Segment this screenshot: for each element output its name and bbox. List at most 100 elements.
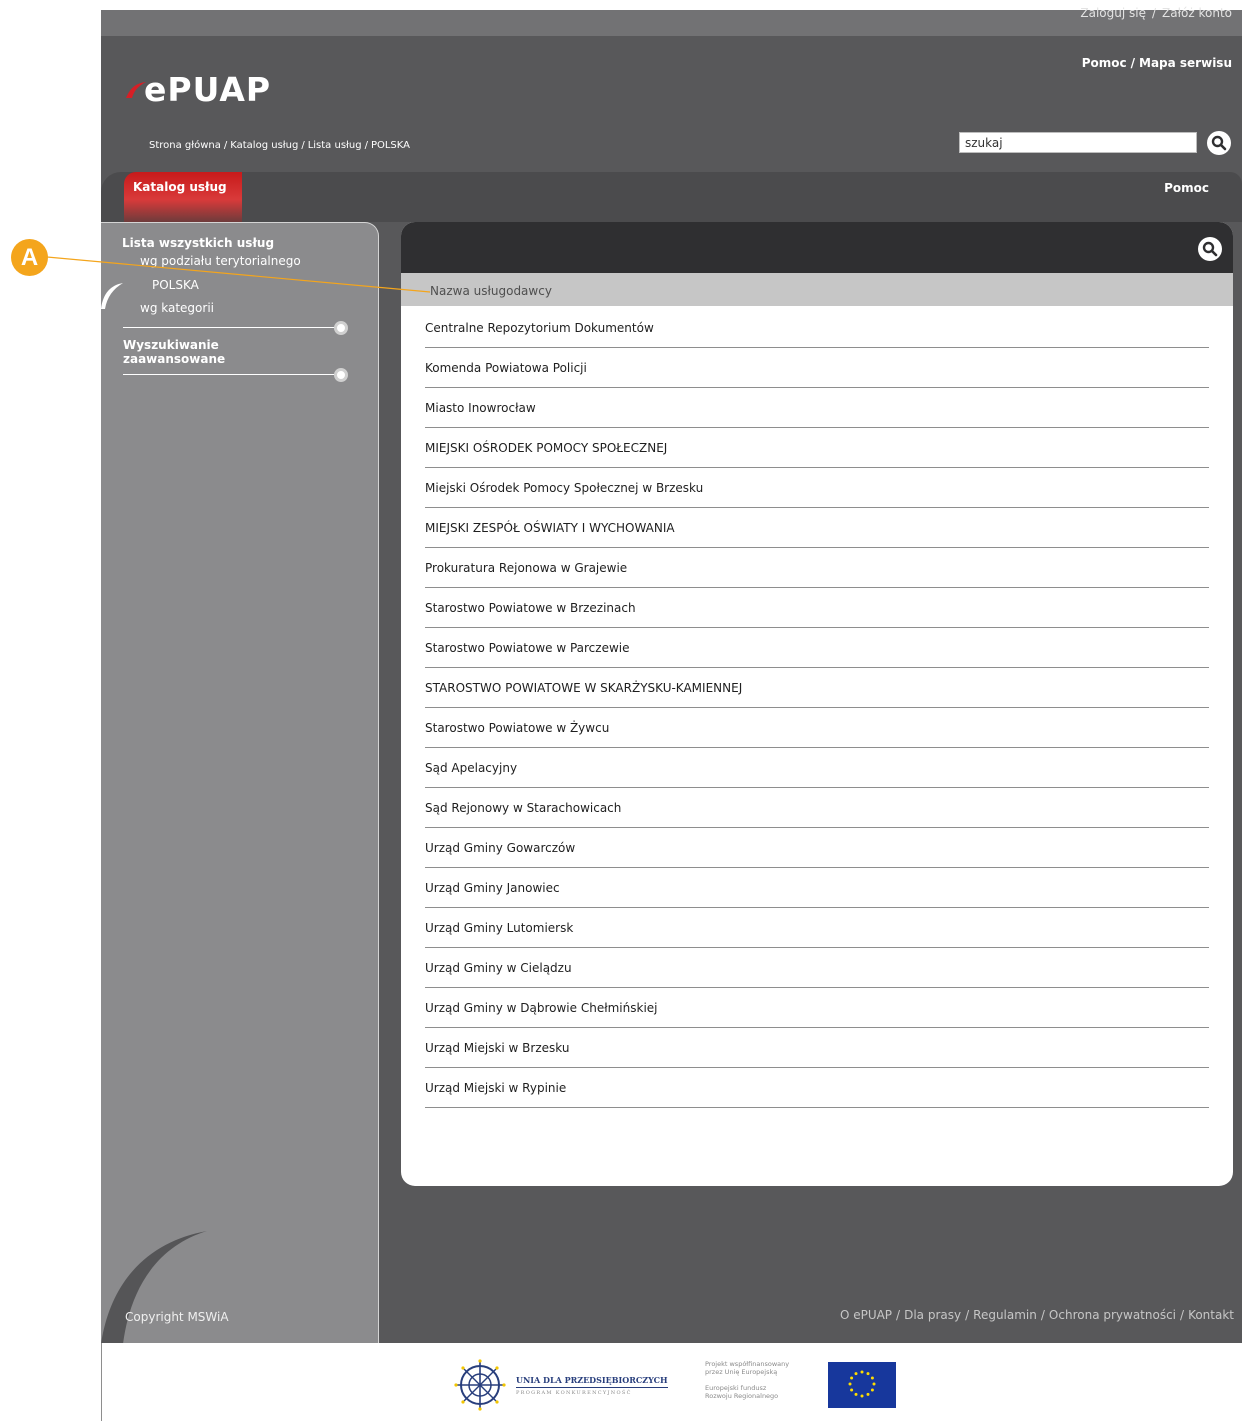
- top-bar: [101, 10, 1242, 36]
- provider-link[interactable]: Komenda Powiatowa Policji: [425, 361, 587, 375]
- eu-text-line: Projekt współfinansowany: [705, 1360, 790, 1368]
- sidebar-swoosh-icon: [101, 283, 123, 309]
- list-item: Sąd Apelacyjny: [425, 748, 1209, 788]
- panel-header: [401, 222, 1233, 273]
- sidebar-item-category[interactable]: wg kategorii: [140, 301, 214, 315]
- eu-text-line: Europejski fundusz: [705, 1384, 767, 1392]
- sidebar-knob-icon: [334, 321, 348, 335]
- separator: /: [223, 140, 228, 151]
- provider-link[interactable]: Urząd Miejski w Rypinie: [425, 1081, 566, 1095]
- list-item: Urząd Gminy Janowiec: [425, 868, 1209, 908]
- list-item: Miasto Inowrocław: [425, 388, 1209, 428]
- list-item: Urząd Miejski w Brzesku: [425, 1028, 1209, 1068]
- footer-link-about[interactable]: O ePUAP: [840, 1308, 892, 1322]
- union-logo: UNIA DLA PRZEDSIĘBIORCZYCH PROGRAM KONKU…: [452, 1357, 668, 1413]
- search-input[interactable]: [959, 132, 1197, 153]
- footer-links: O ePUAP / Dla prasy / Regulamin / Ochrona pryw…: [840, 1308, 1234, 1322]
- panel-search-button[interactable]: [1198, 237, 1222, 261]
- breadcrumb-current: POLSKA: [370, 140, 410, 151]
- union-text-block: UNIA DLA PRZEDSIĘBIORCZYCH PROGRAM KONKU…: [516, 1375, 668, 1396]
- eu-text-line: Rozwoju Regionalnego: [705, 1392, 779, 1400]
- list-item: Starostwo Powiatowe w Brzezinach: [425, 588, 1209, 628]
- separator: /: [1180, 1308, 1185, 1322]
- separator: /: [1040, 1308, 1045, 1322]
- tab-service-catalog[interactable]: Katalog usług: [124, 172, 242, 222]
- provider-link[interactable]: Miasto Inowrocław: [425, 401, 536, 415]
- nav-help-link[interactable]: Pomoc: [1164, 181, 1209, 195]
- provider-link[interactable]: Starostwo Powiatowe w Parczewie: [425, 641, 630, 655]
- provider-link[interactable]: MIEJSKI OŚRODEK POMOCY SPOŁECZNEJ: [425, 441, 667, 455]
- provider-link[interactable]: Sąd Rejonowy w Starachowicach: [425, 801, 621, 815]
- list-item: Komenda Powiatowa Policji: [425, 348, 1209, 388]
- provider-link[interactable]: Urząd Miejski w Brzesku: [425, 1041, 569, 1055]
- provider-link[interactable]: Urząd Gminy Janowiec: [425, 881, 560, 895]
- provider-link[interactable]: Urząd Gminy Lutomiersk: [425, 921, 573, 935]
- sidebar-advanced-search[interactable]: Wyszukiwanie zaawansowane: [123, 338, 225, 366]
- divider: [123, 374, 341, 375]
- breadcrumb-service-list[interactable]: Lista usług: [308, 140, 362, 151]
- provider-link[interactable]: Starostwo Powiatowe w Żywcu: [425, 721, 609, 735]
- list-item: Urząd Gminy w Dąbrowie Chełmińskiej: [425, 988, 1209, 1028]
- breadcrumb-catalog[interactable]: Katalog usług: [230, 140, 298, 151]
- help-link[interactable]: Pomoc: [1082, 56, 1127, 70]
- account-links: Zaloguj się / Załóż konto: [1080, 6, 1232, 20]
- list-item: Urząd Gminy Lutomiersk: [425, 908, 1209, 948]
- provider-link[interactable]: STAROSTWO POWIATOWE W SKARŻYSKU-KAMIENNE…: [425, 681, 742, 695]
- separator: /: [301, 140, 305, 151]
- provider-link[interactable]: Urząd Gminy w Dąbrowie Chełmińskiej: [425, 1001, 658, 1015]
- logo-text: ePUAP: [144, 70, 272, 109]
- list-item: Urząd Miejski w Rypinie: [425, 1068, 1209, 1108]
- search-icon: [1211, 135, 1227, 151]
- union-subtitle: PROGRAM KONKURENCYJNOŚĆ: [516, 1389, 632, 1396]
- footer-link-contact[interactable]: Kontakt: [1188, 1308, 1234, 1322]
- sidebar-item-territorial[interactable]: wg podziału terytorialnego: [140, 254, 301, 268]
- sidebar-knob-icon: [334, 368, 348, 382]
- divider: [101, 1343, 102, 1421]
- provider-link[interactable]: Urząd Gminy w Cielądzu: [425, 961, 572, 975]
- provider-link[interactable]: MIEJSKI ZESPÓŁ OŚWIATY I WYCHOWANIA: [425, 521, 675, 535]
- list-item: Centralne Repozytorium Dokumentów: [425, 308, 1209, 348]
- union-title: UNIA DLA PRZEDSIĘBIORCZYCH: [516, 1374, 668, 1385]
- sidebar: Lista wszystkich usług wg podziału teryt…: [101, 222, 379, 1343]
- sitemap-link[interactable]: Mapa serwisu: [1139, 56, 1232, 70]
- footer-link-terms[interactable]: Regulamin: [973, 1308, 1037, 1322]
- eu-flag-icon: [828, 1362, 896, 1408]
- footer-link-press[interactable]: Dla prasy: [904, 1308, 961, 1322]
- list-item: Starostwo Powiatowe w Żywcu: [425, 708, 1209, 748]
- separator: /: [965, 1308, 970, 1322]
- sidebar-advanced-search-line1: Wyszukiwanie: [123, 338, 219, 352]
- provider-link[interactable]: Starostwo Powiatowe w Brzezinach: [425, 601, 636, 615]
- main-nav: [101, 172, 1242, 222]
- register-link[interactable]: Załóż konto: [1162, 6, 1232, 20]
- tab-label: Katalog usług: [133, 180, 227, 194]
- epuap-logo[interactable]: ePUAP: [124, 70, 271, 110]
- eu-text-line: przez Unię Europejską: [705, 1368, 778, 1376]
- column-header-label[interactable]: Nazwa usługodawcy: [430, 284, 552, 298]
- column-header: Nazwa usługodawcy: [401, 273, 1233, 306]
- provider-link[interactable]: Prokuratura Rejonowa w Grajewie: [425, 561, 627, 575]
- list-item: MIEJSKI OŚRODEK POMOCY SPOŁECZNEJ: [425, 428, 1209, 468]
- provider-link[interactable]: Urząd Gminy Gowarczów: [425, 841, 575, 855]
- footer-link-privacy[interactable]: Ochrona prywatności: [1049, 1308, 1176, 1322]
- provider-link[interactable]: Centralne Repozytorium Dokumentów: [425, 321, 654, 335]
- list-item: Starostwo Powiatowe w Parczewie: [425, 628, 1209, 668]
- eu-funding-text: Projekt współfinansowany przez Unię Euro…: [705, 1360, 789, 1400]
- list-item: MIEJSKI ZESPÓŁ OŚWIATY I WYCHOWANIA: [425, 508, 1209, 548]
- logo-swoosh-icon: [126, 82, 146, 98]
- union-emblem-icon: [454, 1359, 506, 1411]
- breadcrumb-home[interactable]: Strona główna: [149, 140, 221, 151]
- provider-link[interactable]: Sąd Apelacyjny: [425, 761, 517, 775]
- search-button[interactable]: [1207, 131, 1231, 155]
- list-item: Miejski Ośrodek Pomocy Społecznej w Brze…: [425, 468, 1209, 508]
- list-item: STAROSTWO POWIATOWE W SKARŻYSKU-KAMIENNE…: [425, 668, 1209, 708]
- login-link[interactable]: Zaloguj się: [1080, 6, 1146, 20]
- sidebar-all-services-title[interactable]: Lista wszystkich usług: [122, 236, 274, 250]
- provider-link[interactable]: Miejski Ośrodek Pomocy Społecznej w Brze…: [425, 481, 703, 495]
- provider-list-panel: Nazwa usługodawcy Centralne Repozytorium…: [401, 222, 1233, 1186]
- decorative-swoosh-icon: [101, 1231, 207, 1343]
- callout-badge: A: [11, 239, 48, 276]
- sidebar-item-polska[interactable]: POLSKA: [152, 278, 199, 292]
- help-links: Pomoc / Mapa serwisu: [1082, 56, 1232, 70]
- separator: /: [896, 1308, 901, 1322]
